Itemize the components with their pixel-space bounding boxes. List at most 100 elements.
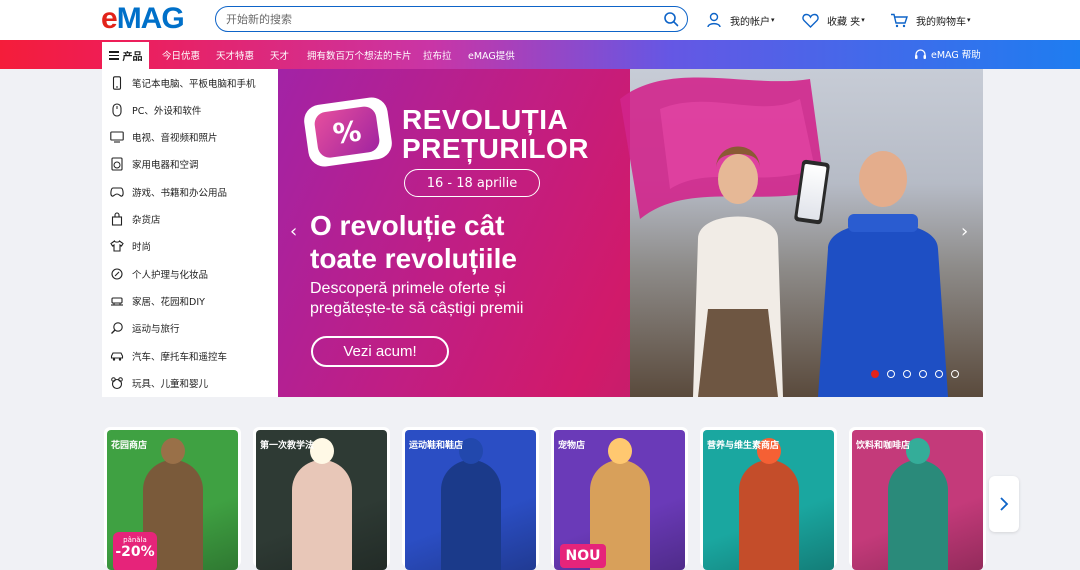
main-navbar: 产品 今日优惠 天才特惠 天才 拥有数百万个想法的卡片 拉布拉 eMAG提供 e… xyxy=(0,40,1080,69)
carousel-dot[interactable] xyxy=(935,370,943,378)
search-icon[interactable] xyxy=(663,11,679,27)
chevron-right-icon[interactable]: › xyxy=(961,221,968,242)
category-sport-travel[interactable]: 运动与旅行 xyxy=(102,314,278,341)
discount-badge-value: -20% xyxy=(115,544,155,560)
chevron-down-icon: ▾ xyxy=(967,16,971,24)
hero-headline-line2: toate revoluțiile xyxy=(310,243,517,274)
search-box[interactable] xyxy=(215,6,688,32)
store-card-image: 营养与维生素商店 xyxy=(703,430,834,570)
category-label: 运动与旅行 xyxy=(132,323,180,335)
nav-link-genius-deals[interactable]: 天才特惠 xyxy=(216,48,254,62)
account-menu[interactable]: 我的帐户 ▾ xyxy=(706,10,775,30)
home-icon xyxy=(110,294,124,308)
cart-icon xyxy=(891,13,908,27)
category-label: 家居、花园和DIY xyxy=(132,296,205,308)
store-card-sneakers[interactable]: 运动鞋和鞋店 xyxy=(402,427,539,570)
category-laptops-phones[interactable]: 笔记本电脑、平板电脑和手机 xyxy=(102,69,278,96)
hamburger-icon xyxy=(108,49,119,62)
nav-link-daily-deals[interactable]: 今日优惠 xyxy=(162,48,200,62)
store-card-title: 饮料和咖啡店 xyxy=(856,441,911,451)
category-pc-peripherals[interactable]: PC、外设和软件 xyxy=(102,96,278,123)
hero-subtitle: Descoperă primele oferte și pregătește-t… xyxy=(310,279,610,319)
cart-menu[interactable]: 我的购物车 ▾ xyxy=(890,10,971,30)
heart-icon xyxy=(802,13,819,28)
headset-icon xyxy=(915,48,926,59)
car-icon xyxy=(110,349,124,363)
store-card-title: 营养与维生素商店 xyxy=(707,441,780,451)
store-card-title: 花园商店 xyxy=(111,441,148,451)
nav-link-emag-offers[interactable]: eMAG提供 xyxy=(468,48,515,62)
header: eMAG 我的帐户▾ 收藏 夹▾ 我的购物车▾ xyxy=(0,0,1080,40)
hero-cta-button[interactable]: Vezi acum! xyxy=(311,336,449,367)
favorites-label: 收藏 夹 xyxy=(827,16,861,28)
washing-machine-icon xyxy=(110,156,124,171)
carousel-dot[interactable] xyxy=(871,370,879,378)
store-card-figure xyxy=(739,460,799,570)
hero-banner[interactable]: % REVOLUȚIA PREȚURILOR 16 - 18 aprilie O… xyxy=(278,69,983,397)
category-label: 电视、音视频和照片 xyxy=(132,132,218,144)
hero-subtitle-line2: pregătește-te să câștigi premii xyxy=(310,300,524,317)
help-label: eMAG 帮助 xyxy=(931,50,981,61)
category-tv-audio[interactable]: 电视、音视频和照片 xyxy=(102,123,278,150)
products-label: 产品 xyxy=(122,52,143,63)
category-label: PC、外设和软件 xyxy=(132,105,202,117)
nav-link-genius[interactable]: 天才 xyxy=(270,48,289,62)
category-label: 个人护理与化妆品 xyxy=(132,269,209,281)
category-appliances[interactable]: 家用电器和空调 xyxy=(102,150,278,177)
category-home-garden[interactable]: 家居、花园和DIY xyxy=(102,287,278,314)
store-card-image: 第一次教学法 xyxy=(256,430,387,570)
store-card-image: 宠物店 NOU xyxy=(554,430,685,570)
shopping-bag-icon xyxy=(110,211,124,226)
category-toys-kids[interactable]: 玩具、儿童和婴儿 xyxy=(102,369,278,396)
favorites-menu[interactable]: 收藏 夹 ▾ xyxy=(802,10,865,30)
category-grocery[interactable]: 杂货店 xyxy=(102,205,278,232)
phone-icon xyxy=(110,75,124,90)
category-games-books[interactable]: 游戏、书籍和办公用品 xyxy=(102,178,278,205)
products-menu-button[interactable]: 产品 xyxy=(102,42,149,69)
carousel-dot[interactable] xyxy=(919,370,927,378)
store-card-figure xyxy=(888,460,948,570)
help-link[interactable]: eMAG 帮助 xyxy=(914,47,981,61)
carousel-dot[interactable] xyxy=(903,370,911,378)
chevron-right-icon xyxy=(1000,497,1009,511)
badge-percent-symbol: % xyxy=(313,105,381,160)
emag-logo[interactable]: eMAG xyxy=(101,4,185,34)
category-personal-care[interactable]: 个人护理与化妆品 xyxy=(102,260,278,287)
hero-title-line1: REVOLUȚIA xyxy=(402,104,569,135)
store-card-title: 运动鞋和鞋店 xyxy=(409,441,464,451)
store-card-drinks[interactable]: 饮料和咖啡店 xyxy=(849,427,986,570)
hero-headline: O revoluție cât toate revoluțiile xyxy=(310,209,640,275)
discount-badge-small: pânăla xyxy=(123,536,147,544)
tv-icon xyxy=(110,130,124,144)
category-label: 笔记本电脑、平板电脑和手机 xyxy=(132,78,256,90)
search-input[interactable] xyxy=(226,9,656,29)
category-fashion[interactable]: 时尚 xyxy=(102,232,278,259)
hero-campaign-title: REVOLUȚIA PREȚURILOR xyxy=(402,105,589,163)
store-card-education[interactable]: 第一次教学法 xyxy=(253,427,390,570)
store-card-image: 饮料和咖啡店 xyxy=(852,430,983,570)
nav-link-labula[interactable]: 拉布拉 xyxy=(423,48,452,62)
store-card-pets[interactable]: 宠物店 NOU xyxy=(551,427,688,570)
mouse-icon xyxy=(110,102,124,117)
category-label: 玩具、儿童和婴儿 xyxy=(132,378,209,390)
hero-person-man xyxy=(818,151,948,397)
store-card-nutrition[interactable]: 营养与维生素商店 xyxy=(700,427,837,570)
category-menu: 笔记本电脑、平板电脑和手机 PC、外设和软件 电视、音视频和照片 家用电器和空调… xyxy=(102,69,278,397)
new-badge: NOU xyxy=(560,544,606,568)
cosmetics-icon xyxy=(110,267,124,281)
store-card-garden[interactable]: 花园商店 pânăla -20% xyxy=(104,427,241,570)
toy-icon xyxy=(110,376,124,390)
cards-next-button[interactable] xyxy=(989,476,1019,532)
chevron-left-icon[interactable]: ‹ xyxy=(290,221,297,242)
percent-badge-icon: % xyxy=(302,95,394,169)
hero-subtitle-line1: Descoperă primele oferte și xyxy=(310,280,506,297)
carousel-dot[interactable] xyxy=(887,370,895,378)
store-card-figure xyxy=(292,460,352,570)
store-card-image: 花园商店 pânăla -20% xyxy=(107,430,238,570)
nav-link-card[interactable]: 拥有数百万个想法的卡片 xyxy=(307,48,412,62)
carousel-dot[interactable] xyxy=(951,370,959,378)
category-label: 汽车、摩托车和遥控车 xyxy=(132,351,228,363)
category-auto-moto[interactable]: 汽车、摩托车和遥控车 xyxy=(102,342,278,369)
tshirt-icon xyxy=(110,239,124,253)
hero-title-line2: PREȚURILOR xyxy=(402,133,589,164)
